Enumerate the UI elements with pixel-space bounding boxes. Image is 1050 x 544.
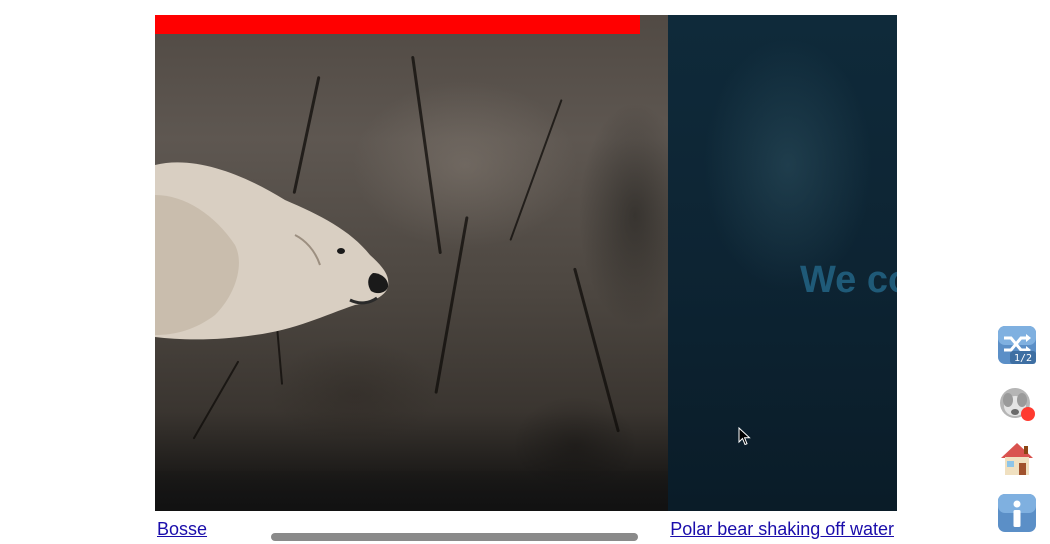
info-button[interactable] [997,493,1037,533]
polar-bear [155,162,389,340]
next-slide-preview: We co [668,15,897,511]
privacy-monkey-button[interactable] [997,383,1037,423]
credit-link-title[interactable]: Polar bear shaking off water [670,519,894,540]
shuffle-button[interactable]: 1/2 [997,325,1037,365]
horizontal-scrollbar[interactable] [271,533,638,541]
info-icon [998,494,1036,532]
credit-link-author[interactable]: Bosse [157,519,207,540]
see-no-evil-monkey-icon [1000,388,1035,421]
shuffle-badge: 1/2 [1014,353,1032,364]
record-indicator [1021,407,1035,421]
slide-title: We co [800,259,897,301]
polar-bear-photo [155,15,668,511]
mouse-cursor-icon [738,427,751,446]
home-button[interactable] [997,438,1037,478]
progress-fill [155,15,641,34]
shuffle-icon: 1/2 [998,326,1036,364]
slide-progress-bar [155,15,897,34]
media-viewer[interactable]: We co [155,15,897,511]
water-surface [155,471,668,511]
house-icon [1001,443,1033,475]
